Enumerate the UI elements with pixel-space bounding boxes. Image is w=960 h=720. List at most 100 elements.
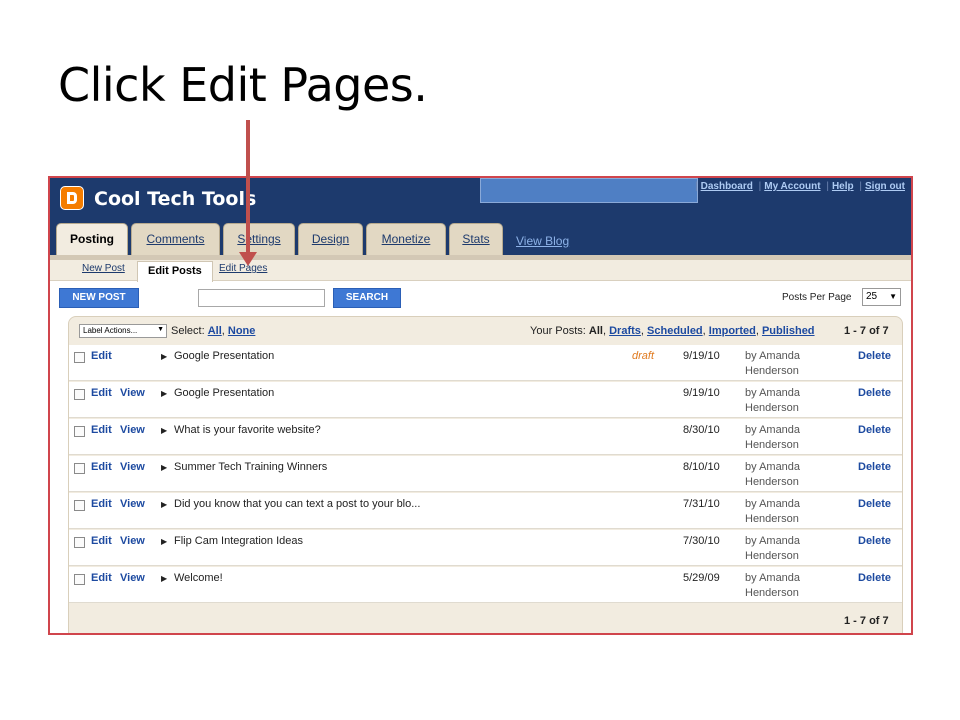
delete-link[interactable]: Delete (858, 572, 891, 584)
row-checkbox[interactable] (74, 500, 85, 511)
search-button[interactable]: SEARCH (333, 288, 401, 308)
post-author: by Amanda Henderson (745, 350, 801, 377)
row-checkbox[interactable] (74, 574, 85, 585)
edit-link[interactable]: Edit (91, 424, 112, 436)
post-author: by Amanda Henderson (745, 424, 801, 451)
table-row: Edit View ▶ Welcome! 5/29/09 by Amanda He… (69, 567, 902, 603)
tab-stats[interactable]: Stats (449, 223, 503, 255)
blog-name: Cool Tech Tools (94, 188, 257, 210)
filter-all: All (588, 325, 603, 337)
expand-triangle-icon[interactable]: ▶ (161, 461, 167, 474)
filter-published[interactable]: Published (762, 325, 815, 337)
view-link[interactable]: View (120, 572, 145, 584)
row-checkbox[interactable] (74, 352, 85, 363)
list-controls: Label Actions... ▼ Select: All, None You… (69, 317, 902, 345)
edit-link[interactable]: Edit (91, 350, 112, 362)
sign-out-link[interactable]: Sign out (865, 181, 905, 192)
sub-tab-bar: New Post Edit Posts Edit Pages (50, 255, 911, 282)
filter-drafts[interactable]: Drafts (609, 325, 641, 337)
expand-triangle-icon[interactable]: ▶ (161, 350, 167, 363)
table-row: Edit View ▶ Summer Tech Training Winners… (69, 456, 902, 492)
row-checkbox[interactable] (74, 426, 85, 437)
post-date: 7/31/10 (683, 498, 720, 510)
tab-design[interactable]: Design (298, 223, 363, 255)
view-link[interactable]: View (120, 387, 145, 399)
table-row: Edit ▶ Google Presentation draft 9/19/10… (69, 345, 902, 381)
expand-triangle-icon[interactable]: ▶ (161, 572, 167, 585)
row-checkbox[interactable] (74, 389, 85, 400)
search-input[interactable] (198, 289, 325, 307)
edit-link[interactable]: Edit (91, 498, 112, 510)
post-author: by Amanda Henderson (745, 498, 801, 525)
chevron-down-icon: ▼ (889, 292, 897, 301)
view-link[interactable]: View (120, 461, 145, 473)
post-date: 9/19/10 (683, 387, 720, 399)
table-row: Edit View ▶ What is your favorite websit… (69, 419, 902, 455)
post-date: 8/30/10 (683, 424, 720, 436)
delete-link[interactable]: Delete (858, 461, 891, 473)
table-row: Edit View ▶ Did you know that you can te… (69, 493, 902, 529)
post-author: by Amanda Henderson (745, 535, 801, 562)
view-link[interactable]: View (120, 498, 145, 510)
new-post-button[interactable]: NEW POST (59, 288, 139, 308)
view-link[interactable]: View (120, 535, 145, 547)
view-link[interactable]: View (120, 424, 145, 436)
select-label: Select: (171, 325, 205, 337)
expand-triangle-icon[interactable]: ▶ (161, 498, 167, 511)
delete-link[interactable]: Delete (858, 498, 891, 510)
post-filters: Your Posts: All, Drafts, Scheduled, Impo… (530, 325, 815, 337)
view-blog-link[interactable]: View Blog (516, 234, 569, 248)
post-author: by Amanda Henderson (745, 572, 801, 599)
expand-triangle-icon[interactable]: ▶ (161, 535, 167, 548)
subtab-edit-posts[interactable]: Edit Posts (137, 261, 213, 282)
my-account-link[interactable]: My Account (764, 181, 820, 192)
post-title: Google Presentation (174, 350, 275, 362)
header-bar: Cool Tech Tools | Dashboard | My Account |… (50, 178, 911, 256)
delete-link[interactable]: Delete (858, 424, 891, 436)
edit-link[interactable]: Edit (91, 461, 112, 473)
select-none-link[interactable]: None (228, 325, 256, 337)
pagination-count: 1 - 7 of 7 (844, 325, 889, 337)
account-links: | Dashboard | My Account | Help | Sign out (695, 181, 905, 192)
post-date: 8/10/10 (683, 461, 720, 473)
dashboard-link[interactable]: Dashboard (701, 181, 753, 192)
chevron-down-icon: ▼ (157, 326, 164, 333)
edit-link[interactable]: Edit (91, 535, 112, 547)
subtab-new-post[interactable]: New Post (82, 263, 125, 274)
post-title: Google Presentation (174, 387, 275, 399)
tab-comments[interactable]: Comments (131, 223, 220, 255)
tab-posting[interactable]: Posting (56, 223, 128, 256)
post-date: 9/19/10 (683, 350, 720, 362)
table-row: Edit View ▶ Flip Cam Integration Ideas 7… (69, 530, 902, 566)
filter-scheduled[interactable]: Scheduled (647, 325, 703, 337)
delete-link[interactable]: Delete (858, 350, 891, 362)
delete-link[interactable]: Delete (858, 387, 891, 399)
blogger-logo-icon (60, 186, 84, 210)
table-row: Edit View ▶ Google Presentation 9/19/10 … (69, 382, 902, 418)
row-checkbox[interactable] (74, 463, 85, 474)
post-date: 5/29/09 (683, 572, 720, 584)
posts-panel: Label Actions... ▼ Select: All, None You… (68, 316, 903, 633)
label-actions-dropdown[interactable]: Label Actions... ▼ (79, 324, 167, 338)
subtab-edit-pages[interactable]: Edit Pages (219, 263, 267, 274)
select-all-link[interactable]: All (208, 325, 222, 337)
redacted-email (480, 178, 698, 203)
edit-link[interactable]: Edit (91, 387, 112, 399)
draft-status: draft (632, 350, 655, 362)
row-checkbox[interactable] (74, 537, 85, 548)
post-title: Welcome! (174, 572, 223, 584)
expand-triangle-icon[interactable]: ▶ (161, 387, 167, 400)
label-actions-value: Label Actions... (83, 326, 138, 335)
delete-link[interactable]: Delete (858, 535, 891, 547)
pagination-count-bottom: 1 - 7 of 7 (844, 615, 889, 627)
posts-per-page-select[interactable]: 25 ▼ (862, 288, 901, 306)
tab-monetize[interactable]: Monetize (366, 223, 446, 255)
your-posts-label: Your Posts: (530, 325, 586, 337)
tab-settings[interactable]: Settings (223, 223, 295, 255)
post-date: 7/30/10 (683, 535, 720, 547)
post-title: Flip Cam Integration Ideas (174, 535, 304, 547)
help-link[interactable]: Help (832, 181, 854, 192)
edit-link[interactable]: Edit (91, 572, 112, 584)
expand-triangle-icon[interactable]: ▶ (161, 424, 167, 437)
filter-imported[interactable]: Imported (709, 325, 756, 337)
